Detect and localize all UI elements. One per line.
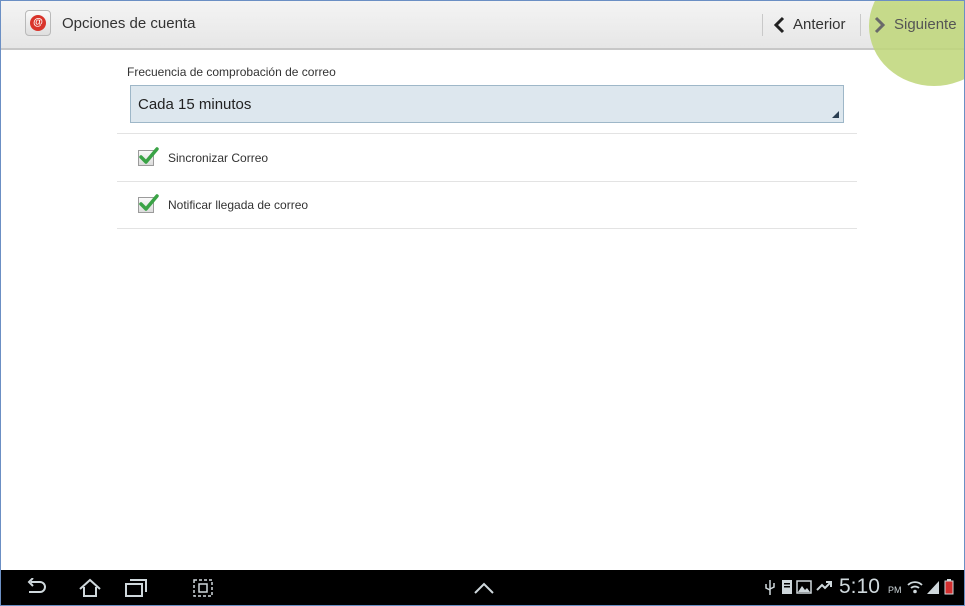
chevron-left-icon bbox=[773, 16, 785, 33]
screenshot-icon[interactable] bbox=[192, 578, 214, 598]
recent-apps-icon[interactable] bbox=[124, 578, 148, 598]
clock-time: 5:10 bbox=[839, 575, 880, 598]
sync-mail-row[interactable]: Sincronizar Correo bbox=[117, 133, 857, 182]
sync-mail-label: Sincronizar Correo bbox=[168, 150, 269, 165]
home-icon[interactable] bbox=[78, 578, 102, 598]
checkmark-icon bbox=[139, 146, 159, 164]
sync-mail-checkbox[interactable] bbox=[138, 146, 159, 166]
next-label: Siguiente bbox=[894, 16, 957, 33]
action-bar: @ Opciones de cuenta Anterior Siguiente bbox=[1, 1, 964, 86]
system-bar: 5:10 PM bbox=[1, 570, 964, 605]
screen: @ Opciones de cuenta Anterior Siguiente … bbox=[0, 0, 965, 606]
battery-icon bbox=[944, 579, 954, 595]
divider bbox=[762, 14, 763, 36]
notify-mail-checkbox[interactable] bbox=[138, 193, 159, 213]
divider bbox=[860, 14, 861, 36]
page-title: Opciones de cuenta bbox=[62, 15, 196, 32]
notify-mail-label: Notificar llegada de correo bbox=[168, 197, 309, 212]
sync-icon bbox=[816, 581, 832, 591]
usb-icon bbox=[765, 580, 775, 595]
chevron-right-icon bbox=[874, 16, 886, 33]
email-app-icon[interactable]: @ bbox=[25, 10, 51, 36]
previous-button[interactable]: Anterior bbox=[773, 1, 846, 48]
notify-mail-row[interactable]: Notificar llegada de correo bbox=[117, 181, 857, 229]
frequency-label: Frecuencia de comprobación de correo bbox=[127, 65, 336, 79]
previous-label: Anterior bbox=[793, 16, 846, 33]
back-icon[interactable] bbox=[25, 578, 47, 598]
picture-icon bbox=[796, 580, 812, 594]
checkmark-icon bbox=[139, 193, 159, 211]
frequency-select[interactable]: Cada 15 minutos bbox=[130, 85, 844, 123]
at-sign-icon: @ bbox=[30, 15, 46, 31]
next-button[interactable]: Siguiente bbox=[874, 1, 957, 48]
dropdown-arrow-icon bbox=[832, 111, 839, 118]
wifi-icon bbox=[907, 581, 923, 594]
clock-ampm: PM bbox=[888, 585, 902, 595]
sd-card-icon bbox=[782, 580, 792, 594]
chevron-up-icon[interactable] bbox=[473, 578, 495, 598]
frequency-value: Cada 15 minutos bbox=[138, 96, 252, 113]
signal-icon bbox=[927, 581, 939, 594]
